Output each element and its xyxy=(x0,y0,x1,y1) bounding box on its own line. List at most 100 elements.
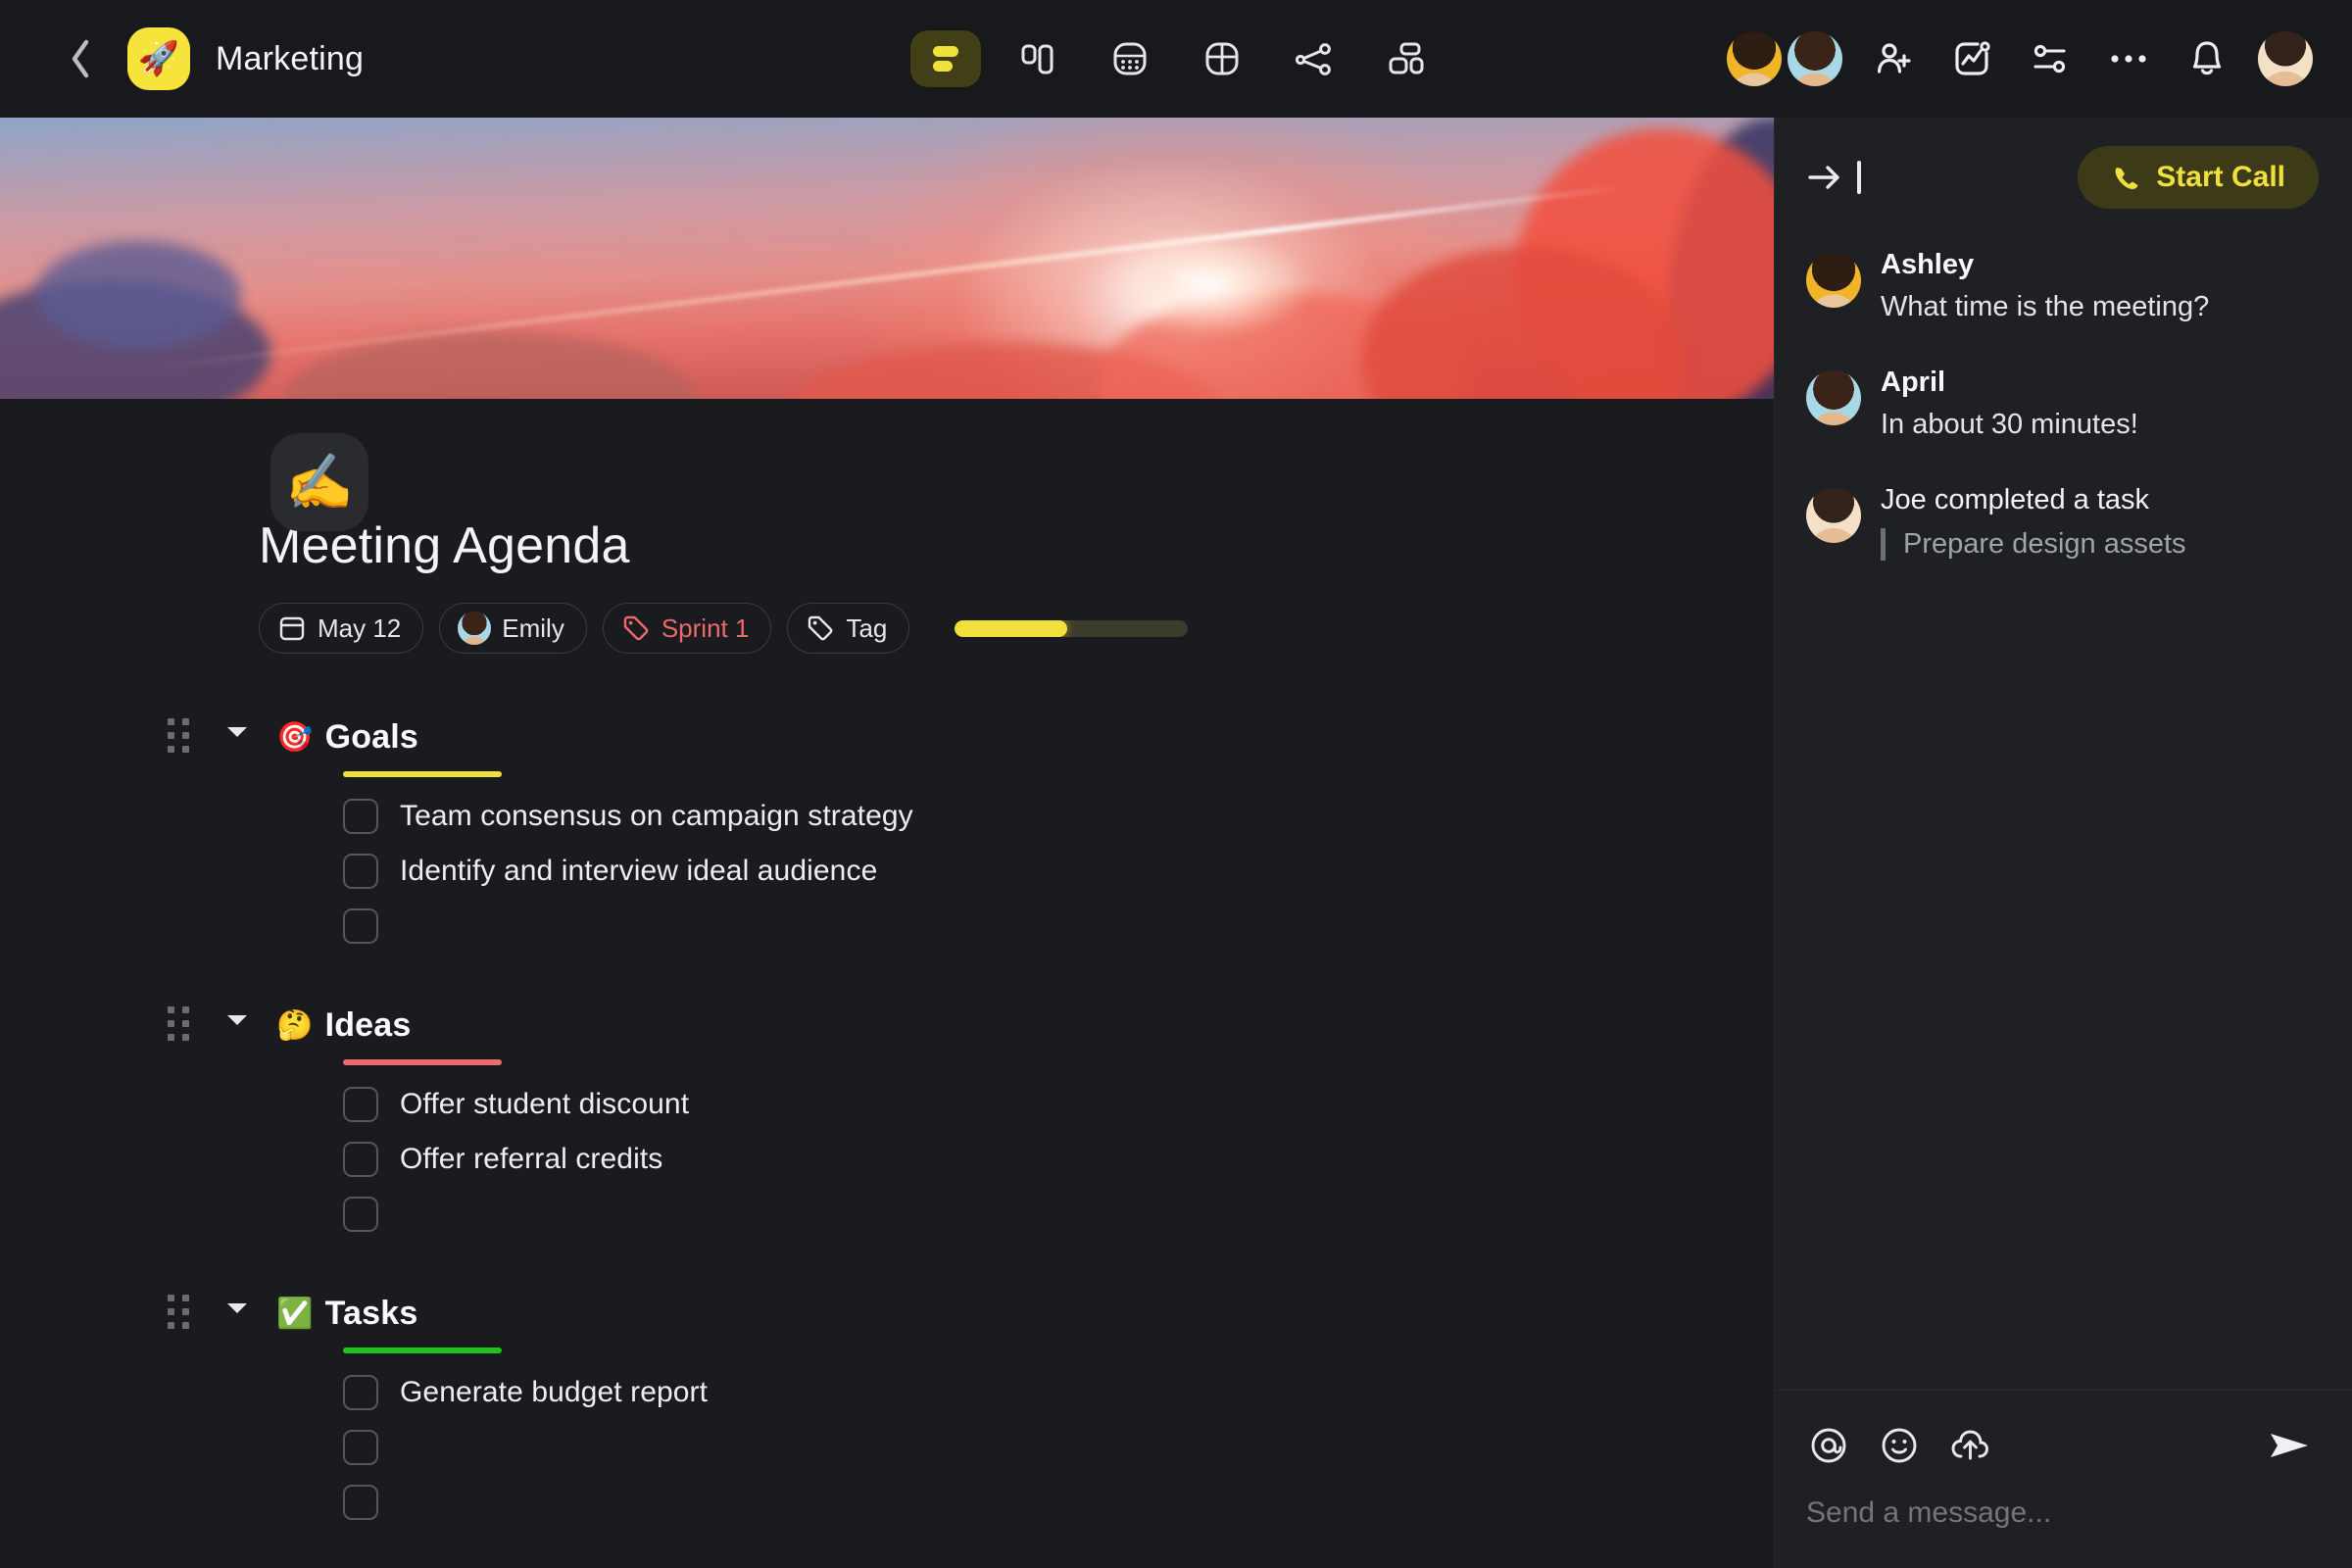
member-avatar-ashley[interactable] xyxy=(1727,31,1782,86)
list-item-label: Offer referral credits xyxy=(400,1143,663,1175)
space-icon[interactable]: 🚀 xyxy=(127,27,190,90)
activity-title: Joe completed a task xyxy=(1881,484,2150,515)
collapse-toggle[interactable] xyxy=(218,1006,257,1028)
list-item-empty[interactable] xyxy=(343,1420,1774,1475)
account-avatar[interactable] xyxy=(2258,31,2313,86)
checkbox[interactable] xyxy=(343,1142,378,1177)
section-title[interactable]: 🎯 Goals xyxy=(276,718,418,763)
drag-handle[interactable] xyxy=(165,1006,192,1041)
more-options-button[interactable] xyxy=(2101,31,2156,86)
arrow-right-to-line-icon xyxy=(1808,166,1839,189)
page-title[interactable]: Meeting Agenda xyxy=(259,516,1774,575)
date-pill-label: May 12 xyxy=(318,612,402,643)
list-item[interactable]: Offer student discount xyxy=(343,1077,1774,1132)
section-emoji: 🤔 xyxy=(276,1008,314,1042)
message-input[interactable] xyxy=(1806,1496,2315,1530)
mention-button[interactable] xyxy=(1806,1423,1851,1468)
view-button-table[interactable] xyxy=(1187,30,1257,87)
activity-task-reference: Prepare design assets xyxy=(1881,528,2186,561)
view-button-dashboard[interactable] xyxy=(1371,30,1442,87)
view-button-list[interactable] xyxy=(910,30,981,87)
document-emoji: ✍️ xyxy=(285,451,354,513)
collapse-toggle[interactable] xyxy=(218,1295,257,1316)
list-item-label: Offer student discount xyxy=(400,1088,690,1120)
checkbox[interactable] xyxy=(343,854,378,889)
avatar xyxy=(1806,370,1861,425)
sprint-tag-pill[interactable]: Sprint 1 xyxy=(602,603,772,654)
view-button-calendar[interactable] xyxy=(1095,30,1165,87)
assignee-pill[interactable]: Emily xyxy=(439,603,587,654)
section-underline xyxy=(343,1059,502,1065)
list-item-label: Identify and interview ideal audience xyxy=(400,855,878,887)
checkbox[interactable] xyxy=(343,1197,378,1232)
calendar-icon xyxy=(279,616,305,641)
table-grid-icon xyxy=(1205,42,1239,75)
activity-item[interactable]: Joe completed a task Prepare design asse… xyxy=(1806,484,2315,561)
message-item[interactable]: Ashley What time is the meeting? xyxy=(1806,249,2315,323)
drag-handle[interactable] xyxy=(165,1295,192,1329)
assignee-pill-label: Emily xyxy=(502,612,564,643)
back-button[interactable] xyxy=(59,37,102,80)
body: ✍️ Meeting Agenda May 12 Emily Sprint 1 … xyxy=(0,118,2352,1568)
share-nodes-icon xyxy=(1295,43,1331,75)
section-title-label: Tasks xyxy=(324,1295,418,1332)
send-button[interactable] xyxy=(2264,1420,2315,1471)
section-tasks: ✅ Tasks Generate budget report xyxy=(168,1295,1774,1530)
checklist: Team consensus on campaign strategy Iden… xyxy=(343,789,1774,954)
sprint-tag-label: Sprint 1 xyxy=(661,612,750,643)
checkbox[interactable] xyxy=(343,1375,378,1410)
list-rows-icon xyxy=(933,46,958,72)
chevron-left-icon xyxy=(72,39,89,78)
list-item[interactable]: Identify and interview ideal audience xyxy=(343,844,1774,899)
view-button-board[interactable] xyxy=(1003,30,1073,87)
start-call-button[interactable]: Start Call xyxy=(2078,146,2319,209)
list-item[interactable]: Generate budget report xyxy=(343,1365,1774,1420)
section-title[interactable]: 🤔 Ideas xyxy=(276,1006,412,1052)
document-pane: ✍️ Meeting Agenda May 12 Emily Sprint 1 … xyxy=(0,118,1774,1568)
chevron-down-icon xyxy=(227,1015,247,1025)
checkbox[interactable] xyxy=(343,1485,378,1520)
add-tag-pill[interactable]: Tag xyxy=(787,603,910,654)
document-icon[interactable]: ✍️ xyxy=(270,433,368,531)
chat-panel-header: Start Call xyxy=(1775,118,2352,237)
list-item-empty[interactable] xyxy=(343,899,1774,954)
collapse-panel-button[interactable] xyxy=(1806,160,1861,195)
upload-button[interactable] xyxy=(1947,1423,1992,1468)
send-paper-plane-icon xyxy=(2271,1434,2308,1457)
filters-button[interactable] xyxy=(2023,31,2078,86)
metadata-row: May 12 Emily Sprint 1 Tag xyxy=(259,603,1774,654)
avatar xyxy=(1806,488,1861,543)
section-ideas: 🤔 Ideas Offer student discount Offer ref… xyxy=(168,1006,1774,1242)
blocks-icon xyxy=(1389,42,1424,74)
message-text: What time is the meeting? xyxy=(1881,291,2210,322)
emoji-button[interactable] xyxy=(1877,1423,1922,1468)
checkbox[interactable] xyxy=(343,799,378,834)
chevron-down-icon xyxy=(227,727,247,737)
collapse-toggle[interactable] xyxy=(218,718,257,740)
section-title-label: Goals xyxy=(324,718,419,756)
notifications-button[interactable] xyxy=(2180,31,2234,86)
section-header: ✅ Tasks xyxy=(168,1295,1774,1349)
list-item[interactable]: Offer referral credits xyxy=(343,1132,1774,1187)
drag-handle[interactable] xyxy=(165,718,192,753)
list-item[interactable]: Team consensus on campaign strategy xyxy=(343,789,1774,844)
emoji-icon xyxy=(1882,1428,1917,1463)
list-item-empty[interactable] xyxy=(343,1475,1774,1530)
message-author: April xyxy=(1881,367,1946,398)
activity-button[interactable] xyxy=(1944,31,1999,86)
date-pill[interactable]: May 12 xyxy=(259,603,424,654)
view-button-graph[interactable] xyxy=(1279,30,1349,87)
checkbox[interactable] xyxy=(343,1430,378,1465)
checkbox[interactable] xyxy=(343,1087,378,1122)
message-item[interactable]: April In about 30 minutes! xyxy=(1806,367,2315,441)
activity-chart-icon xyxy=(1955,41,1990,75)
top-bar-right xyxy=(1727,31,2313,86)
member-avatar-april[interactable] xyxy=(1788,31,1842,86)
progress-bar[interactable] xyxy=(955,619,1189,637)
section-title[interactable]: ✅ Tasks xyxy=(276,1295,417,1340)
checkbox[interactable] xyxy=(343,908,378,944)
invite-member-button[interactable] xyxy=(1866,31,1921,86)
list-item-empty[interactable] xyxy=(343,1187,1774,1242)
cover-image[interactable] xyxy=(0,118,1774,399)
sections-list: 🎯 Goals Team consensus on campaign strat… xyxy=(168,718,1774,1530)
